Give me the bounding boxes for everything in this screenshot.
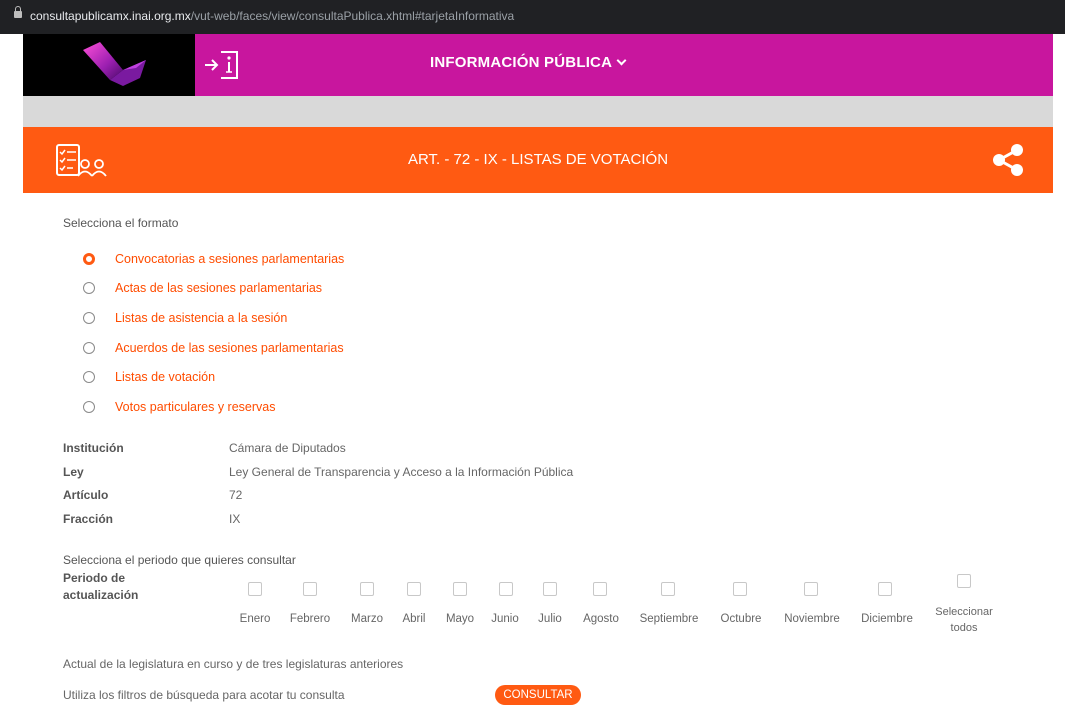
format-option-label[interactable]: Actas de las sesiones parlamentarias (115, 281, 322, 295)
format-option-label[interactable]: Votos particulares y reservas (115, 400, 276, 414)
info-value: 72 (229, 488, 243, 502)
checkbox-febrero[interactable] (303, 582, 317, 596)
month-label: Diciembre (861, 613, 913, 625)
url-path: /vut-web/faces/view/consultaPublica.xhtm… (190, 9, 515, 23)
info-value: IX (229, 511, 241, 526)
info-row-institucion: Institución Cámara de Diputados (63, 441, 573, 465)
info-row-ley: Ley Ley General de Transparencia y Acces… (63, 465, 573, 489)
format-option-label[interactable]: Acuerdos de las sesiones parlamentarias (115, 341, 344, 355)
checkbox-septiembre[interactable] (661, 582, 675, 596)
url-text[interactable]: consultapublicamx.inai.org.mx/vut-web/fa… (30, 9, 514, 23)
site-header: INFORMACIÓN PÚBLICA (23, 34, 1053, 96)
period-title: Periodo de actualización (63, 571, 139, 602)
checkbox-agosto[interactable] (593, 582, 607, 596)
info-key: Fracción (63, 511, 114, 526)
nav-informacion-publica[interactable]: INFORMACIÓN PÚBLICA (430, 54, 627, 71)
info-value: Cámara de Diputados (229, 441, 346, 455)
info-key: Ley (63, 464, 84, 479)
month-label: Agosto (583, 613, 619, 625)
info-row-articulo: Artículo 72 (63, 488, 573, 512)
month-label: Noviembre (784, 613, 840, 625)
month-label: Julio (538, 613, 562, 625)
radio-button[interactable] (83, 282, 95, 295)
site-logo[interactable] (23, 34, 195, 96)
format-radio-list: Convocatorias a sesiones parlamentarias … (83, 244, 344, 422)
month-label: Abril (402, 613, 426, 625)
format-option-acuerdos[interactable]: Acuerdos de las sesiones parlamentarias (83, 333, 344, 363)
month-label: Enero (239, 613, 271, 625)
month-label: Mayo (445, 613, 475, 625)
checkbox-noviembre[interactable] (804, 582, 818, 596)
month-label: Marzo (351, 613, 383, 625)
consultar-button[interactable]: CONSULTAR (495, 685, 581, 705)
nav-title-text: INFORMACIÓN PÚBLICA (430, 54, 613, 71)
info-value: Ley General de Transparencia y Acceso a … (229, 464, 574, 479)
checkbox-octubre[interactable] (733, 582, 747, 596)
checkbox-mayo[interactable] (453, 582, 467, 596)
info-key: Institución (63, 441, 124, 455)
format-option-label[interactable]: Listas de asistencia a la sesión (115, 311, 287, 325)
checkbox-abril[interactable] (407, 582, 421, 596)
checkbox-enero[interactable] (248, 582, 262, 596)
checkbox-julio[interactable] (543, 582, 557, 596)
format-option-listas-votacion[interactable]: Listas de votación (83, 362, 344, 392)
article-title: ART. - 72 - IX - LISTAS DE VOTACIÓN (407, 151, 669, 168)
radio-button[interactable] (83, 400, 95, 413)
info-table: Institución Cámara de Diputados Ley Ley … (63, 441, 573, 535)
format-option-label[interactable]: Convocatorias a sesiones parlamentarias (115, 252, 344, 266)
login-info-icon[interactable] (203, 48, 241, 82)
browser-url-bar[interactable]: consultapublicamx.inai.org.mx/vut-web/fa… (0, 0, 1065, 34)
radio-button[interactable] (83, 311, 95, 324)
month-label: Octubre (720, 613, 762, 625)
radio-button[interactable] (83, 371, 95, 384)
legislature-note: Actual de la legislatura en curso y de t… (63, 657, 404, 671)
gray-separator (23, 96, 1053, 127)
format-option-asistencia[interactable]: Listas de asistencia a la sesión (83, 303, 344, 333)
select-all-label: Seleccionar todos (935, 606, 993, 634)
month-label: Junio (491, 613, 519, 625)
filters-note: Utiliza los filtros de búsqueda para aco… (63, 688, 345, 702)
format-option-convocatorias[interactable]: Convocatorias a sesiones parlamentarias (83, 244, 344, 274)
logo-icon (83, 42, 146, 86)
period-section-label: Selecciona el periodo que quieres consul… (63, 553, 296, 567)
url-host: consultapublicamx.inai.org.mx (30, 9, 191, 23)
checkbox-diciembre[interactable] (878, 582, 892, 596)
radio-button[interactable] (83, 341, 95, 354)
format-section-label: Selecciona el formato (63, 216, 179, 230)
month-label: Septiembre (639, 613, 699, 625)
article-banner: ART. - 72 - IX - LISTAS DE VOTACIÓN (23, 127, 1053, 193)
radio-button-checked[interactable] (83, 252, 95, 265)
share-icon[interactable] (991, 143, 1025, 177)
checkbox-marzo[interactable] (360, 582, 374, 596)
info-row-fraccion: Fracción IX (63, 512, 573, 536)
format-option-label[interactable]: Listas de votación (115, 370, 215, 384)
format-option-votos-particulares[interactable]: Votos particulares y reservas (83, 392, 344, 422)
chevron-down-icon (616, 55, 627, 66)
format-option-actas[interactable]: Actas de las sesiones parlamentarias (83, 274, 344, 304)
month-label: Febrero (289, 613, 331, 625)
checkbox-seleccionar-todos[interactable] (957, 574, 971, 588)
info-key: Artículo (63, 488, 109, 502)
checkbox-junio[interactable] (499, 582, 513, 596)
lock-icon (14, 6, 22, 18)
